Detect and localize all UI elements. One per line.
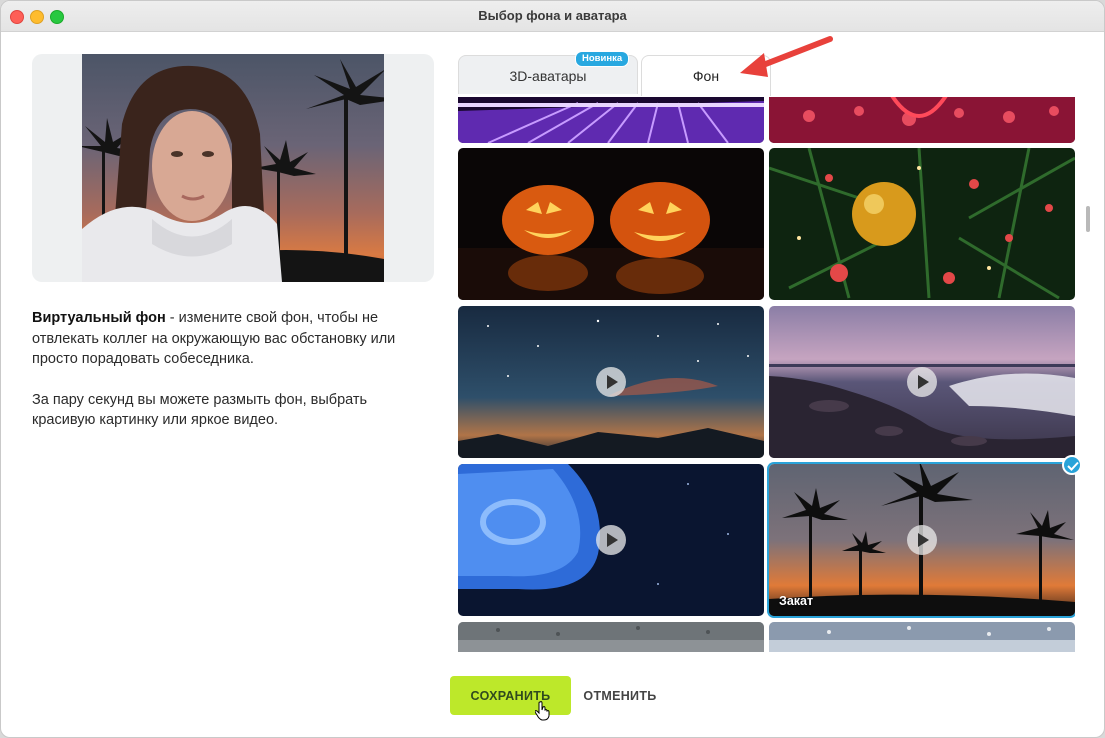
background-tile-jellyfish[interactable] [458, 464, 764, 616]
play-icon [907, 367, 937, 397]
tile-label-sunset: Закат [779, 594, 814, 608]
background-tile-neon-lights[interactable] [769, 97, 1075, 143]
background-tile-starry-sky[interactable] [458, 306, 764, 458]
description-bold-title: Виртуальный фон [32, 310, 166, 326]
background-tile-rocky-shore[interactable] [769, 306, 1075, 458]
background-tile-sunset[interactable]: Закат [769, 464, 1075, 616]
background-tile-rain-glass[interactable] [458, 622, 764, 652]
tab-3d-avatars-label: 3D-аватары [509, 68, 587, 84]
selected-check-icon [1062, 455, 1082, 475]
tab-3d-avatars[interactable]: 3D-аватары Новинка [458, 51, 638, 94]
description: Виртуальный фон - измените свой фон, что… [32, 308, 432, 451]
background-tile-neon-tunnel[interactable] [458, 97, 764, 143]
app-window: Выбор фона и аватара Виртуальный фон - и… [0, 0, 1105, 738]
annotation-arrow-icon [740, 36, 833, 77]
window-title: Выбор фона и аватара [478, 8, 627, 23]
scrollbar-thumb[interactable] [1086, 206, 1090, 232]
hand-cursor-icon [535, 701, 550, 721]
background-tile-christmas-ornament[interactable] [769, 148, 1075, 300]
camera-preview [32, 54, 434, 282]
cancel-button[interactable]: ОТМЕНИТЬ [576, 676, 664, 715]
background-tile-water-drops[interactable] [769, 622, 1075, 652]
tab-background-label: Фон [692, 68, 720, 84]
background-tile-pumpkins[interactable] [458, 148, 764, 300]
description-paragraph-1: Виртуальный фон - измените свой фон, что… [32, 308, 432, 370]
background-grid: Закат [458, 97, 1075, 652]
play-icon [596, 367, 626, 397]
play-icon [596, 525, 626, 555]
description-paragraph-2: За пару секунд вы можете размыть фон, вы… [32, 391, 368, 429]
title-bar: Выбор фона и аватара [1, 1, 1104, 32]
new-badge: Новинка [575, 51, 630, 67]
camera-preview-image [82, 54, 384, 282]
save-button[interactable]: СОХРАНИТЬ [450, 676, 571, 715]
play-icon [907, 525, 937, 555]
